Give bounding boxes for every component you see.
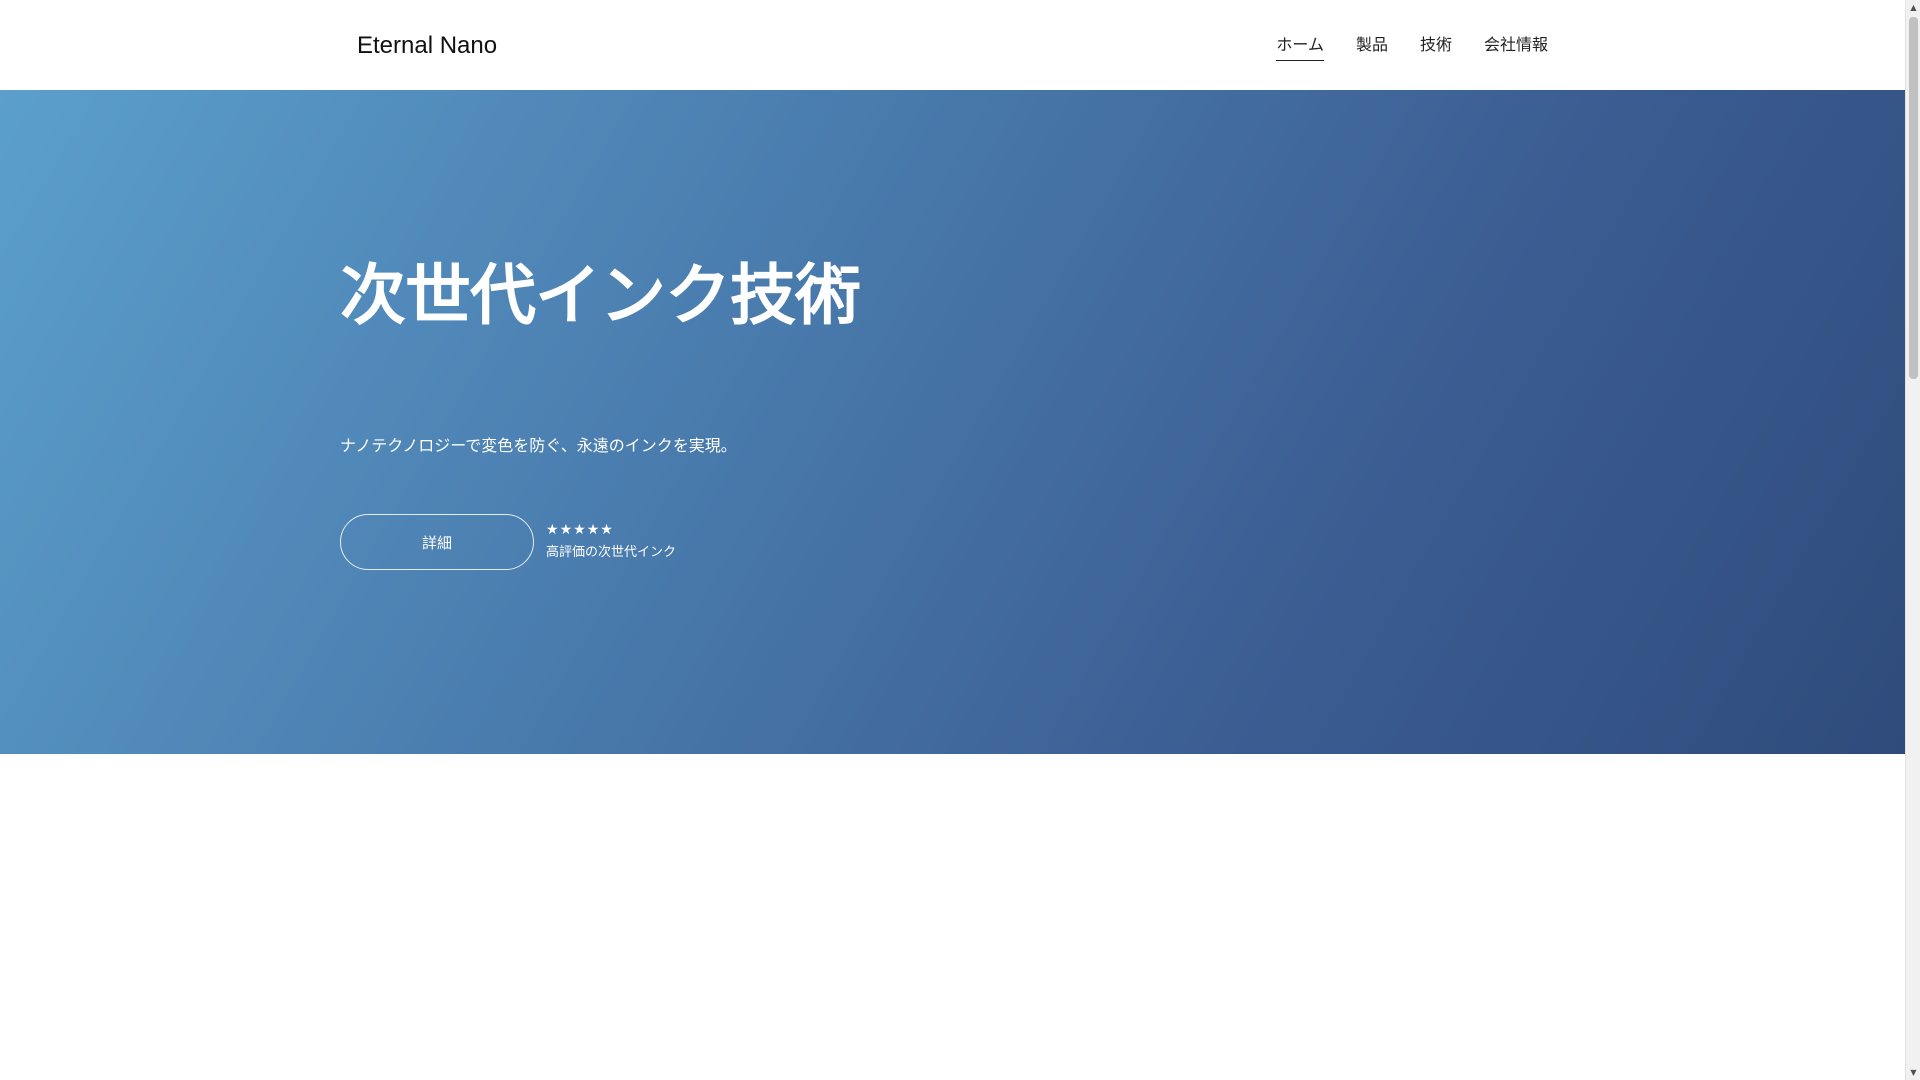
nav-item-home[interactable]: ホーム bbox=[1276, 32, 1324, 61]
rating-caption: 高評価の次世代インク bbox=[546, 545, 677, 560]
hero-subtitle: ナノテクノロジーで変色を防ぐ、永遠のインクを実現。 bbox=[340, 436, 737, 455]
nav-item-products[interactable]: 製品 bbox=[1356, 32, 1388, 61]
nav-item-company[interactable]: 会社情報 bbox=[1484, 32, 1548, 61]
hero-title: 次世代インク技術 bbox=[340, 257, 861, 334]
star-icon: ★ bbox=[559, 522, 573, 538]
star-icon: ★ bbox=[586, 522, 600, 538]
rating-block: ★ ★ ★ ★ ★ 高評価の次世代インク bbox=[546, 521, 676, 563]
cta-row: 詳細 ★ ★ ★ ★ ★ 高評価の次世代インク bbox=[340, 514, 676, 570]
main-nav: ホーム 製品 技術 会社情報 bbox=[1276, 32, 1548, 61]
star-icon: ★ bbox=[573, 522, 586, 538]
triangle-up-icon[interactable]: ▲ bbox=[1906, 0, 1920, 15]
star-icon: ★ bbox=[546, 522, 559, 538]
hero-section: 次世代インク技術 ナノテクノロジーで変色を防ぐ、永遠のインクを実現。 詳細 ★ … bbox=[0, 90, 1905, 754]
page: Eternal Nano ホーム 製品 技術 会社情報 次世代インク技術 ナノテ… bbox=[0, 0, 1905, 1080]
hero-content: 次世代インク技術 ナノテクノロジーで変色を防ぐ、永遠のインクを実現。 詳細 ★ … bbox=[340, 90, 1565, 754]
details-button[interactable]: 詳細 bbox=[340, 514, 534, 570]
scrollbar-thumb[interactable] bbox=[1909, 17, 1918, 379]
vertical-scrollbar[interactable]: ▲ ▼ bbox=[1905, 0, 1920, 1080]
site-header: Eternal Nano ホーム 製品 技術 会社情報 bbox=[0, 0, 1905, 90]
nav-item-technology[interactable]: 技術 bbox=[1420, 32, 1452, 61]
triangle-down-icon[interactable]: ▼ bbox=[1906, 1065, 1920, 1080]
site-logo[interactable]: Eternal Nano bbox=[357, 31, 497, 61]
star-rating: ★ ★ ★ ★ ★ bbox=[546, 521, 676, 539]
star-icon: ★ bbox=[600, 522, 613, 538]
